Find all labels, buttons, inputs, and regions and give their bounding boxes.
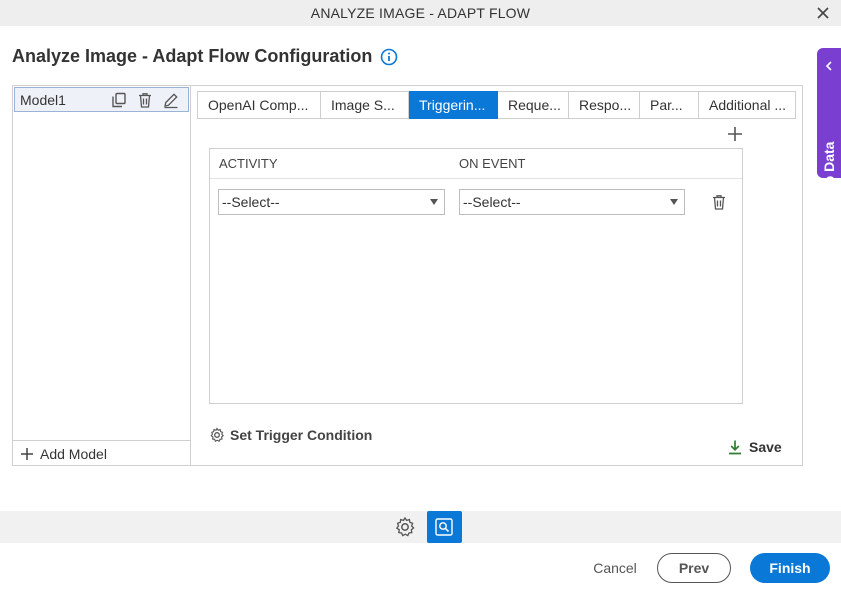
tab-parameters[interactable]: Par... — [640, 91, 699, 119]
page-title: Analyze Image - Adapt Flow Configuration — [12, 46, 373, 66]
tab-triggering[interactable]: Triggerin... — [409, 91, 498, 119]
close-icon[interactable] — [814, 4, 832, 22]
add-model-label: Add Model — [40, 445, 107, 462]
column-header-on-event: ON EVENT — [459, 156, 526, 171]
save-label: Save — [749, 439, 782, 455]
download-icon — [729, 440, 741, 455]
app-data-panel-toggle[interactable]: App Data — [817, 48, 841, 203]
page-header: Analyze Image - Adapt Flow Configuration — [12, 46, 398, 67]
app-data-label: App Data — [821, 141, 837, 203]
tab-openai-component[interactable]: OpenAI Comp... — [197, 91, 321, 119]
on-event-select[interactable]: --Select-- — [459, 189, 685, 215]
activity-select-value: --Select-- — [222, 194, 280, 210]
image-search-icon — [435, 518, 453, 536]
column-header-activity: ACTIVITY — [219, 156, 278, 171]
gear-icon — [210, 427, 225, 442]
finish-button[interactable]: Finish — [750, 553, 830, 583]
chevron-left-icon — [825, 61, 832, 71]
add-row-icon[interactable] — [727, 126, 743, 142]
info-icon[interactable] — [380, 48, 398, 66]
window-titlebar: ANALYZE IMAGE - ADAPT FLOW — [0, 0, 841, 26]
model-list-item[interactable]: Model1 — [14, 87, 189, 112]
tab-request[interactable]: Reque... — [498, 91, 569, 119]
activity-select[interactable]: --Select-- — [218, 189, 445, 215]
model-name: Model1 — [20, 91, 66, 108]
save-button[interactable]: Save — [727, 439, 782, 455]
dropdown-arrow-icon — [430, 199, 438, 205]
window-title: ANALYZE IMAGE - ADAPT FLOW — [310, 5, 531, 21]
add-model-button[interactable]: Add Model — [12, 440, 191, 466]
tab-additional[interactable]: Additional ... — [699, 91, 796, 119]
models-panel — [12, 85, 191, 466]
delete-icon[interactable] — [136, 91, 154, 109]
edit-icon[interactable] — [162, 91, 180, 109]
cancel-button[interactable]: Cancel — [582, 556, 648, 580]
set-trigger-condition-label: Set Trigger Condition — [230, 427, 373, 443]
config-tabs: OpenAI Comp... Image S... Triggerin... R… — [197, 91, 796, 119]
tab-image-source[interactable]: Image S... — [321, 91, 409, 119]
dropdown-arrow-icon — [670, 199, 678, 205]
set-trigger-condition-button[interactable]: Set Trigger Condition — [209, 427, 372, 443]
prev-button[interactable]: Prev — [657, 553, 731, 583]
on-event-select-value: --Select-- — [463, 194, 521, 210]
analyze-image-tool-button[interactable] — [427, 511, 462, 543]
copy-icon[interactable] — [110, 91, 128, 109]
delete-row-icon[interactable] — [710, 193, 728, 211]
grid-header: ACTIVITY ON EVENT — [210, 149, 742, 179]
trigger-grid: ACTIVITY ON EVENT — [209, 148, 743, 404]
tool-strip — [0, 511, 841, 543]
settings-gear-icon[interactable] — [394, 516, 416, 538]
plus-icon — [21, 447, 33, 460]
tab-response[interactable]: Respo... — [569, 91, 640, 119]
